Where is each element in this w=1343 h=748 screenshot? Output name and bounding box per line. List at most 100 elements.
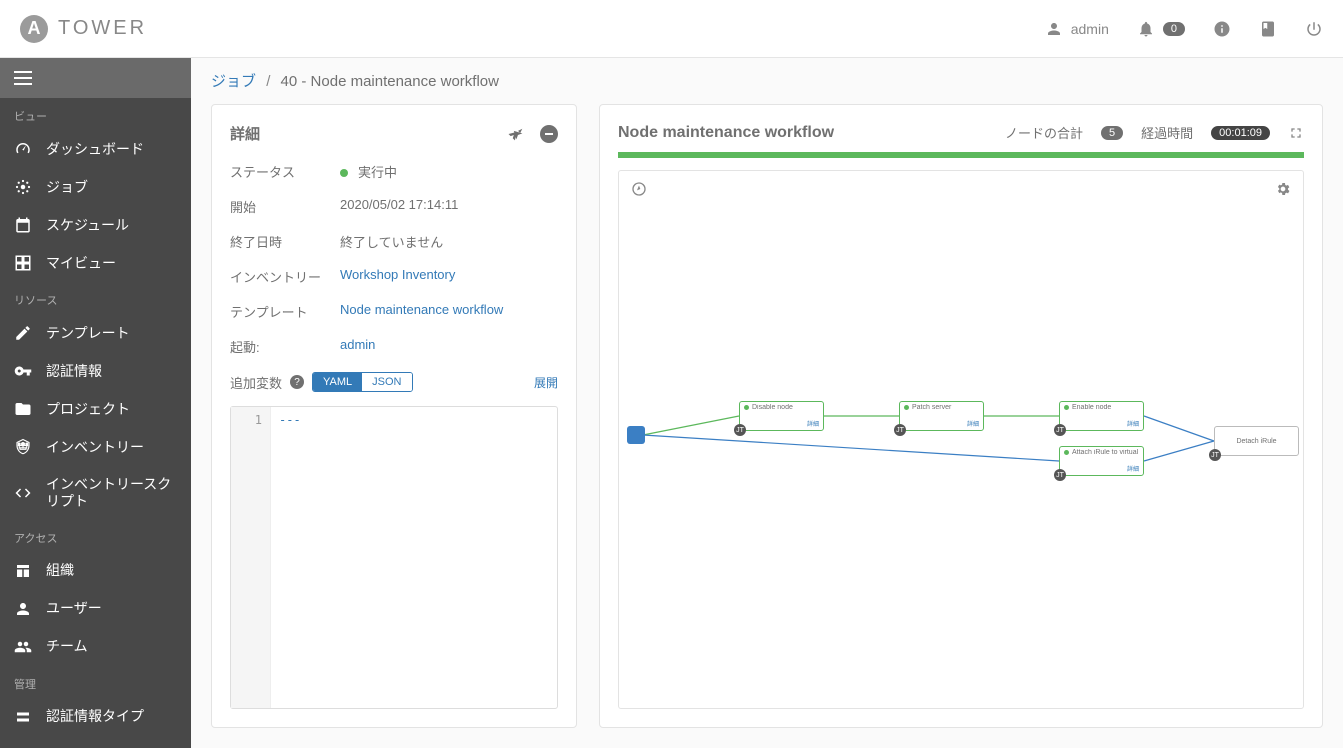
- sidebar-item-label: マイビュー: [46, 255, 177, 272]
- power-icon: [1305, 20, 1323, 38]
- details-panel: 詳細 ステータス 実行中 開始 2020/05/02 17:14:11 終了日時: [211, 104, 577, 728]
- sidebar-item-users[interactable]: ユーザー: [0, 590, 191, 628]
- launchedby-label: 起動:: [230, 337, 340, 356]
- breadcrumb: ジョブ / 40 - Node maintenance workflow: [191, 58, 1343, 104]
- credtype-icon: [14, 708, 32, 726]
- sidebar-item-jobs[interactable]: ジョブ: [0, 168, 191, 206]
- inventory-icon: [14, 438, 32, 456]
- brand-logo: A: [20, 15, 48, 43]
- total-count: 5: [1101, 126, 1123, 140]
- sidebar-item-teams[interactable]: チーム: [0, 628, 191, 666]
- sidebar-item-label: プロジェクト: [46, 401, 177, 418]
- sidebar-item-orgs[interactable]: 組織: [0, 552, 191, 590]
- sidebar-item-projects[interactable]: プロジェクト: [0, 390, 191, 428]
- section-view: ビュー: [0, 98, 191, 130]
- calendar-icon: [14, 216, 32, 234]
- end-label: 終了日時: [230, 232, 340, 251]
- user-menu[interactable]: admin: [1045, 20, 1109, 38]
- end-value: 終了していません: [340, 232, 558, 251]
- sidebar-item-label: ユーザー: [46, 600, 177, 617]
- dashboard-icon: [14, 140, 32, 158]
- info-icon: [1213, 20, 1231, 38]
- fullscreen-icon[interactable]: [1288, 125, 1304, 141]
- bell-icon: [1137, 20, 1155, 38]
- workflow-node-detach[interactable]: Detach iRule JT: [1214, 426, 1299, 456]
- workflow-node-attach[interactable]: Attach iRule to virtual ser... 詳細 JT: [1059, 446, 1144, 476]
- launchedby-link[interactable]: admin: [340, 337, 558, 356]
- logout-button[interactable]: [1305, 20, 1323, 38]
- workflow-canvas[interactable]: Disable node 詳細 JT Patch server 詳細 JT En…: [619, 171, 1303, 708]
- sidebar-item-myview[interactable]: マイビュー: [0, 244, 191, 282]
- code-content: ---: [271, 407, 309, 708]
- user-icon: [14, 600, 32, 618]
- sidebar-item-templates[interactable]: テンプレート: [0, 314, 191, 352]
- sidebar-item-label: チーム: [46, 638, 177, 655]
- elapsed-label: 経過時間: [1141, 123, 1193, 142]
- book-icon: [1259, 20, 1277, 38]
- relaunch-icon[interactable]: [508, 125, 526, 143]
- workflow-node-patch[interactable]: Patch server 詳細 JT: [899, 401, 984, 431]
- node-detail-link[interactable]: 詳細: [807, 419, 819, 428]
- breadcrumb-root[interactable]: ジョブ: [211, 73, 256, 90]
- start-label: 開始: [230, 197, 340, 216]
- node-detail-link[interactable]: 詳細: [1127, 464, 1139, 473]
- cancel-icon[interactable]: [540, 125, 558, 143]
- node-detail-link[interactable]: 詳細: [967, 419, 979, 428]
- sidebar-item-credtypes[interactable]: 認証情報タイプ: [0, 698, 191, 736]
- sidebar-toggle[interactable]: [0, 58, 191, 98]
- inventory-link[interactable]: Workshop Inventory: [340, 267, 558, 286]
- folder-icon: [14, 400, 32, 418]
- jobs-icon: [14, 178, 32, 196]
- json-toggle[interactable]: JSON: [362, 373, 411, 391]
- sidebar-item-label: 認証情報タイプ: [46, 708, 177, 725]
- section-admin: 管理: [0, 666, 191, 698]
- code-gutter: 1: [231, 407, 271, 708]
- sidebar-item-inventories[interactable]: インベントリー: [0, 428, 191, 466]
- notification-count: 0: [1163, 22, 1185, 36]
- workflow-node-disable[interactable]: Disable node 詳細 JT: [739, 401, 824, 431]
- brand-name: TOWER: [58, 17, 147, 40]
- node-detail-link[interactable]: 詳細: [1127, 419, 1139, 428]
- org-icon: [14, 562, 32, 580]
- jt-badge-icon: JT: [894, 424, 906, 436]
- main: ジョブ / 40 - Node maintenance workflow 詳細 …: [191, 58, 1343, 748]
- sidebar-item-dashboard[interactable]: ダッシュボード: [0, 130, 191, 168]
- expand-link[interactable]: 展開: [534, 374, 558, 391]
- status-label: ステータス: [230, 162, 340, 181]
- sidebar-item-label: ダッシュボード: [46, 141, 177, 158]
- workflow-start-node[interactable]: [627, 426, 645, 444]
- template-label: テンプレート: [230, 302, 340, 321]
- sidebar-item-label: 認証情報: [46, 363, 177, 380]
- team-icon: [14, 638, 32, 656]
- docs-button[interactable]: [1259, 20, 1277, 38]
- notifications[interactable]: 0: [1137, 20, 1185, 38]
- section-resource: リソース: [0, 282, 191, 314]
- sidebar-item-label: インベントリー: [46, 439, 177, 456]
- sidebar-item-schedules[interactable]: スケジュール: [0, 206, 191, 244]
- help-icon[interactable]: ?: [290, 375, 304, 389]
- sidebar: ビュー ダッシュボード ジョブ スケジュール マイビュー リソース テンプレート…: [0, 58, 191, 748]
- sidebar-item-label: スケジュール: [46, 217, 177, 234]
- jt-badge-icon: JT: [1054, 424, 1066, 436]
- workflow-title: Node maintenance workflow: [618, 124, 834, 142]
- code-editor[interactable]: 1 ---: [230, 406, 558, 709]
- format-toggle: YAML JSON: [312, 372, 412, 392]
- jt-badge-icon: JT: [734, 424, 746, 436]
- jt-badge-icon: JT: [1209, 449, 1221, 461]
- status-dot-icon: [340, 169, 348, 177]
- workflow-panel: Node maintenance workflow ノードの合計 5 経過時間 …: [599, 104, 1323, 728]
- status-value: 実行中: [340, 162, 558, 181]
- sidebar-item-inventory-scripts[interactable]: インベントリースクリプト: [0, 466, 191, 520]
- workflow-canvas-wrap: Disable node 詳細 JT Patch server 詳細 JT En…: [618, 170, 1304, 709]
- sidebar-item-credentials[interactable]: 認証情報: [0, 352, 191, 390]
- code-icon: [14, 484, 32, 502]
- brand: A TOWER: [20, 15, 147, 43]
- yaml-toggle[interactable]: YAML: [313, 373, 362, 391]
- about-button[interactable]: [1213, 20, 1231, 38]
- workflow-node-enable[interactable]: Enable node 詳細 JT: [1059, 401, 1144, 431]
- template-link[interactable]: Node maintenance workflow: [340, 302, 558, 321]
- elapsed-value: 00:01:09: [1211, 126, 1270, 140]
- header-right: admin 0: [1045, 20, 1323, 38]
- sidebar-item-label: ジョブ: [46, 179, 177, 196]
- details-title: 詳細: [230, 123, 260, 144]
